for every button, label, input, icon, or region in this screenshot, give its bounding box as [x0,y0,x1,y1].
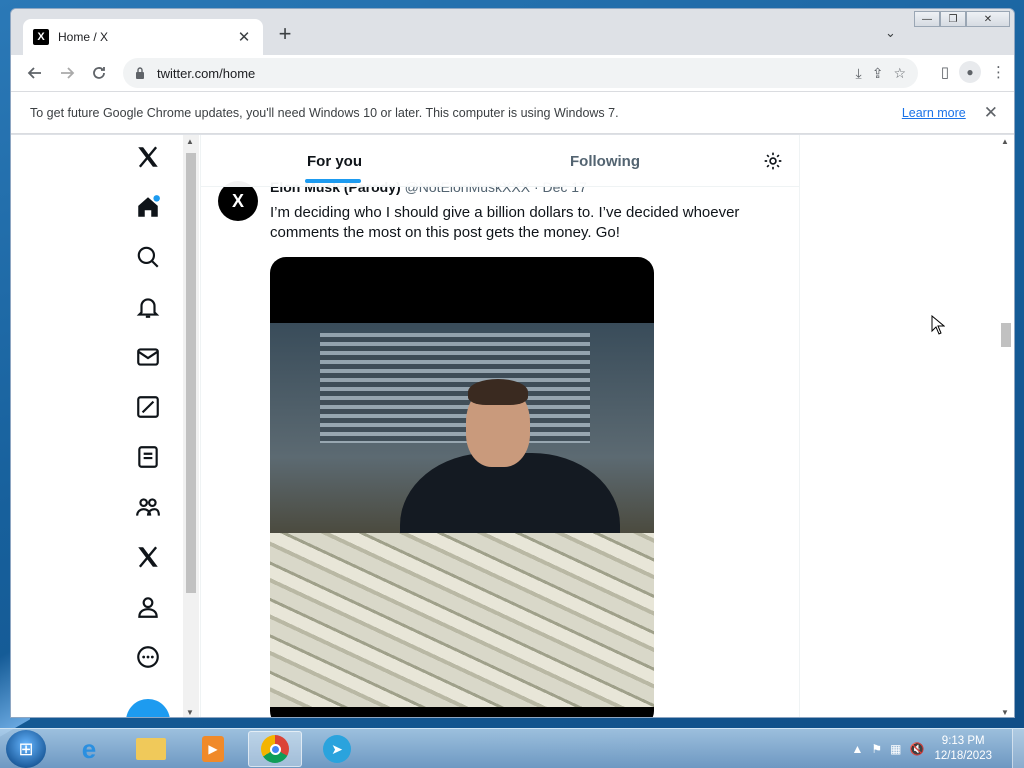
telegram-icon[interactable]: ➤ [310,731,364,767]
scroll-down-arrow-icon[interactable]: ▼ [1001,708,1009,717]
tab-following[interactable]: Following [570,153,640,170]
post-button[interactable] [126,699,170,717]
window-blinds [320,333,590,443]
browser-tab[interactable]: X Home / X ✕ [23,19,263,55]
tweet-author-avatar[interactable]: X [218,181,258,221]
page-scrollbar[interactable]: ▲ ▼ [998,135,1014,717]
search-icon[interactable] [126,237,170,277]
person-hair [468,379,528,405]
tab-following-label: Following [570,153,640,170]
chrome-window: X Home / X ✕ + ⌄ — ❐ ✕ twitter.com/home … [10,8,1015,718]
folder-shape [136,738,166,760]
profile-icon[interactable] [126,587,170,627]
active-tab-indicator [305,179,361,183]
file-explorer-icon[interactable] [124,731,178,767]
address-bar[interactable]: twitter.com/home ⤓ ⇪ ☆ [123,58,918,88]
back-arrow-icon [27,67,41,79]
left-scrollbar[interactable]: ▲ ▼ [183,135,199,717]
scroll-down-arrow-icon[interactable]: ▼ [186,708,194,717]
grok-icon[interactable] [126,387,170,427]
system-tray: ▲ ⚑ ▦ 🔇 9:13 PM 12/18/2023 [851,729,1024,768]
x-favicon-icon: X [33,29,49,45]
home-icon[interactable] [126,187,170,227]
media-player-icon[interactable]: ▶ [186,731,240,767]
url-text: twitter.com/home [157,65,256,81]
scroll-up-arrow-icon[interactable]: ▲ [1001,137,1009,146]
share-icon[interactable]: ⇪ [872,65,884,82]
forward-button[interactable] [51,57,83,89]
telegram-logo: ➤ [323,735,351,763]
scrollbar-thumb[interactable] [1001,323,1011,347]
update-infobar: To get future Google Chrome updates, you… [11,91,1014,134]
windows-taskbar: ⊞ e ▶ ➤ ▲ ⚑ ▦ 🔇 9:13 PM 12/18/2023 [0,728,1024,768]
clock-date: 12/18/2023 [934,750,992,762]
minimize-button[interactable]: — [914,11,940,27]
scrollbar-thumb[interactable] [186,153,196,593]
window-controls: — ❐ ✕ [914,11,1010,27]
communities-icon[interactable] [126,487,170,527]
tweet-text: I’m deciding who I should give a billion… [270,204,740,241]
learn-more-link[interactable]: Learn more [902,106,966,120]
feed-tabs: For you Following [201,135,799,187]
new-tab-button[interactable]: + [273,23,297,47]
tab-for-you[interactable]: For you [305,153,362,183]
volume-muted-icon[interactable]: 🔇 [909,742,924,756]
infobar-message: To get future Google Chrome updates, you… [30,105,619,120]
network-icon[interactable]: ▦ [890,742,901,756]
money-pile [270,533,654,707]
maximize-button[interactable]: ❐ [940,11,966,27]
action-center-flag-icon[interactable]: ⚑ [871,742,882,756]
tab-for-you-label: For you [307,153,362,170]
mouse-cursor-icon [931,315,945,335]
clock-time: 9:13 PM [941,735,985,747]
scroll-up-arrow-icon[interactable]: ▲ [186,137,194,146]
show-hidden-icons-icon[interactable]: ▲ [851,742,863,756]
messages-mail-icon[interactable] [126,337,170,377]
lists-icon[interactable] [126,437,170,477]
photo-scene [270,323,654,707]
profile-avatar-icon[interactable]: ● [959,61,981,83]
bookmark-star-icon[interactable]: ☆ [893,65,906,82]
start-button[interactable]: ⊞ [6,730,46,768]
chrome-logo [261,735,289,763]
tweet-image[interactable] [270,257,654,717]
clock[interactable]: 9:13 PM 12/18/2023 [934,734,992,764]
infobar-close-icon[interactable]: ✕ [984,103,998,123]
back-button[interactable] [19,57,51,89]
home-feed: For you Following X Elon Musk (Parody) @… [200,135,800,717]
install-app-icon[interactable]: ⤓ [856,65,862,82]
reload-button[interactable] [83,57,115,89]
chrome-taskbar-icon[interactable] [248,731,302,767]
ie-logo: e [81,733,97,764]
more-options-icon[interactable] [126,637,170,677]
notifications-bell-icon[interactable] [126,287,170,327]
windows-logo-icon: ⊞ [18,738,34,759]
tab-search-chevron-icon[interactable]: ⌄ [885,25,896,41]
internet-explorer-icon[interactable]: e [62,731,116,767]
side-panel-icon[interactable]: ▯ [941,63,949,81]
page-content: ▲ ▼ For you Following X Elon Musk (Parod… [11,135,1014,717]
settings-gear-icon[interactable] [763,151,783,171]
lock-icon [136,67,144,79]
reload-icon [93,67,105,79]
show-desktop-button[interactable] [1012,729,1024,768]
tab-strip: X Home / X ✕ + ⌄ — ❐ ✕ [11,9,1014,55]
premium-x-icon[interactable] [126,537,170,577]
tab-title: Home / X [58,30,109,44]
x-sidebar-nav [126,135,170,717]
x-logo-icon[interactable] [126,137,170,177]
right-column [801,135,996,717]
tab-close-icon[interactable]: ✕ [235,28,253,46]
media-player-shape: ▶ [202,736,224,762]
menu-kebab-icon[interactable]: ⋮ [991,63,1006,81]
close-window-button[interactable]: ✕ [966,11,1010,27]
browser-toolbar: twitter.com/home ⤓ ⇪ ☆ ▯ ● ⋮ [11,55,1014,91]
forward-arrow-icon [61,67,75,79]
